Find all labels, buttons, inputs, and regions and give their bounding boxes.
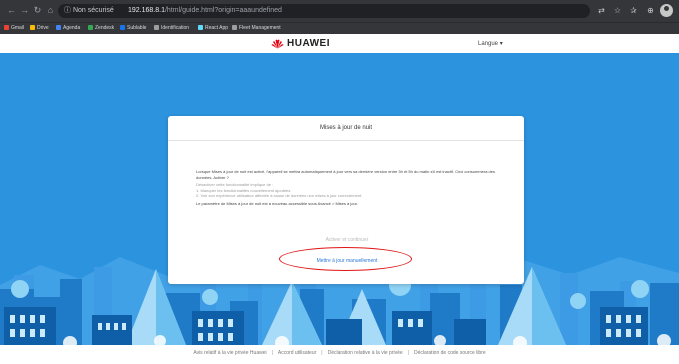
bookmark-agenda[interactable]: Agenda [56,23,80,34]
zendesk-icon [88,25,93,30]
bookmark-sublable[interactable]: Sublable [120,23,146,34]
calendar-icon [56,25,61,30]
reload-icon[interactable]: ↻ [32,5,43,16]
browser-toolbar: ← → ↻ ⌂ ⓘ Non sécurisé 192.168.8.1/html/… [0,0,679,22]
footer-separator: | [407,350,409,356]
bookmarks-bar: Gmail Drive Agenda Zendesk Sublable Iden… [0,22,679,34]
activate-continue-button[interactable]: Activer et continuer [281,236,413,245]
brand-name: HUAWEI [287,38,330,49]
footer-separator: | [321,350,323,356]
translate-icon[interactable]: ⇄ [596,5,607,16]
settings-location-note: Le paramètre de Mises à jour de nuit est… [196,201,358,206]
dialog-divider [168,140,524,141]
security-label: Non sécurisé [72,7,114,14]
highlight-circle [279,247,412,271]
language-selector[interactable]: Langue ▾ [478,40,503,48]
footer-separator: | [271,350,273,356]
star-icon[interactable]: ☆ [612,5,623,16]
gmail-icon [4,25,9,30]
url-path: /html/guide.html?origin=aaaundefined [164,7,282,14]
back-arrow-icon[interactable]: ← [6,5,17,16]
sublable-icon [120,25,125,30]
footer-link-user-agreement[interactable]: Accord utilisateur [278,350,316,356]
dialog-description: Lorsque Mises à jour de nuit est activé,… [196,169,496,180]
home-icon[interactable]: ⌂ [45,5,56,16]
bookmark-identification[interactable]: Identification [154,23,189,34]
bookmark-zendesk[interactable]: Zendesk [88,23,114,34]
huawei-flower-icon [271,39,284,49]
folder-icon [232,25,237,30]
bookmark-react-app[interactable]: React App [198,23,228,34]
url-host: 192.168.8.1 [128,7,165,14]
info-icon: ⓘ [64,7,71,14]
disable-item-2: 2. Voir son expérience utilisateur affec… [196,193,363,198]
page-footer: Avis relatif à la vie privée Huawei | Acco… [0,345,679,364]
bookmark-gmail[interactable]: Gmail [4,23,24,34]
drive-icon [30,25,35,30]
footer-link-privacy-notice[interactable]: Avis relatif à la vie privée Huawei [193,350,266,356]
address-bar[interactable]: ⓘ Non sécurisé 192.168.8.1/html/guide.ht… [58,4,590,18]
footer-link-privacy-statement[interactable]: Déclaration relative à la vie privée [328,350,403,356]
dialog-title: Mises à jour de nuit [319,125,373,131]
bookmarks-star-icon[interactable]: ✰ [628,5,639,16]
forward-arrow-icon[interactable]: → [19,5,30,16]
bookmark-fleet-management[interactable]: Fleet Management [232,23,281,34]
footer-link-open-source[interactable]: Déclaration de code source libre [414,350,486,356]
page-header: HUAWEI Langue ▾ [0,34,679,53]
react-icon [198,25,203,30]
url-text: 192.168.8.1/html/guide.html?origin=aaaun… [128,4,282,18]
profile-avatar[interactable] [660,4,673,17]
bookmark-drive[interactable]: Drive [30,23,49,34]
extensions-icon[interactable]: ⊕ [645,5,656,16]
folder-icon [154,25,159,30]
